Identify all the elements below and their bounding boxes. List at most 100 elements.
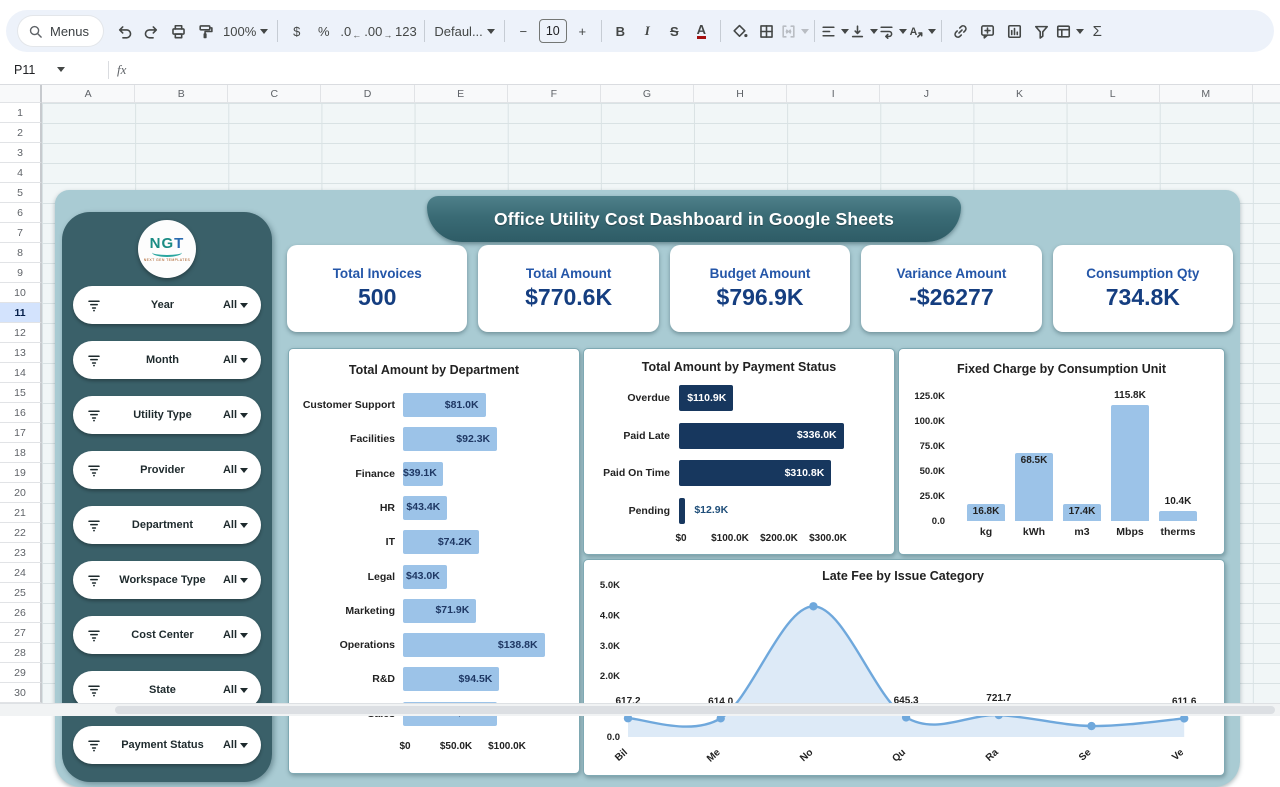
fx-icon[interactable]: fx bbox=[117, 62, 126, 78]
format-percent-button[interactable]: % bbox=[310, 17, 337, 45]
chart-late-fee-by-issue-category[interactable]: Late Fee by Issue Category 0.01.0K2.0K3.… bbox=[583, 559, 1225, 776]
slicer-value-dropdown[interactable]: All bbox=[223, 629, 248, 641]
slicer-value-dropdown[interactable]: All bbox=[223, 739, 248, 751]
slicer-workspace-type[interactable]: Workspace TypeAll bbox=[73, 561, 261, 599]
row-header-3[interactable]: 3 bbox=[0, 143, 42, 163]
row-header-21[interactable]: 21 bbox=[0, 503, 42, 523]
row-header-4[interactable]: 4 bbox=[0, 163, 42, 183]
row-header-16[interactable]: 16 bbox=[0, 403, 42, 423]
slicer-value-dropdown[interactable]: All bbox=[223, 299, 248, 311]
row-header-23[interactable]: 23 bbox=[0, 543, 42, 563]
chart-total-amount-by-payment-status[interactable]: Total Amount by Payment StatusOverdue$11… bbox=[583, 348, 895, 555]
row-header-15[interactable]: 15 bbox=[0, 383, 42, 403]
format-currency-button[interactable]: $ bbox=[283, 17, 310, 45]
increase-font-size-button[interactable]: + bbox=[569, 17, 596, 45]
row-header-1[interactable]: 1 bbox=[0, 103, 42, 123]
column-header-I[interactable]: I bbox=[787, 85, 880, 102]
font-size-button[interactable]: 10 bbox=[537, 17, 569, 45]
column-header-G[interactable]: G bbox=[601, 85, 694, 102]
row-header-5[interactable]: 5 bbox=[0, 183, 42, 203]
row-header-28[interactable]: 28 bbox=[0, 643, 42, 663]
column-header-B[interactable]: B bbox=[135, 85, 228, 102]
slicer-value-dropdown[interactable]: All bbox=[223, 519, 248, 531]
increase-decimal-button[interactable]: .00→ bbox=[364, 17, 392, 45]
slicer-cost-center[interactable]: Cost CenterAll bbox=[73, 616, 261, 654]
row-header-26[interactable]: 26 bbox=[0, 603, 42, 623]
vertical-align-button[interactable] bbox=[849, 17, 878, 45]
row-header-22[interactable]: 22 bbox=[0, 523, 42, 543]
row-header-9[interactable]: 9 bbox=[0, 263, 42, 283]
slicer-value-dropdown[interactable]: All bbox=[223, 409, 248, 421]
row-header-27[interactable]: 27 bbox=[0, 623, 42, 643]
redo-button[interactable] bbox=[138, 17, 165, 45]
paint-format-button[interactable] bbox=[192, 17, 219, 45]
slicer-value-dropdown[interactable]: All bbox=[223, 574, 248, 586]
slicer-year[interactable]: YearAll bbox=[73, 286, 261, 324]
more-formats-button[interactable]: 123 bbox=[392, 17, 419, 45]
menus-button[interactable]: Menus bbox=[18, 16, 103, 46]
slicer-provider[interactable]: ProviderAll bbox=[73, 451, 261, 489]
row-header-19[interactable]: 19 bbox=[0, 463, 42, 483]
print-button[interactable] bbox=[165, 17, 192, 45]
column-header-D[interactable]: D bbox=[321, 85, 414, 102]
insert-chart-button[interactable] bbox=[1001, 17, 1028, 45]
row-header-13[interactable]: 13 bbox=[0, 343, 42, 363]
row-header-6[interactable]: 6 bbox=[0, 203, 42, 223]
strikethrough-button[interactable]: S bbox=[661, 17, 688, 45]
horizontal-scrollbar[interactable] bbox=[0, 703, 1280, 716]
row-header-29[interactable]: 29 bbox=[0, 663, 42, 683]
row-header-20[interactable]: 20 bbox=[0, 483, 42, 503]
row-header-2[interactable]: 2 bbox=[0, 123, 42, 143]
column-header-K[interactable]: K bbox=[973, 85, 1066, 102]
name-box[interactable]: P11 bbox=[0, 63, 100, 77]
column-header-E[interactable]: E bbox=[415, 85, 508, 102]
column-header-J[interactable]: J bbox=[880, 85, 973, 102]
decrease-font-size-button[interactable]: − bbox=[510, 17, 537, 45]
filter-views-button[interactable] bbox=[1055, 17, 1084, 45]
column-header-A[interactable]: A bbox=[42, 85, 135, 102]
borders-button[interactable] bbox=[753, 17, 780, 45]
slicer-utility-type[interactable]: Utility TypeAll bbox=[73, 396, 261, 434]
zoom-button[interactable]: 100% bbox=[219, 17, 272, 45]
column-header-C[interactable]: C bbox=[228, 85, 321, 102]
select-all-corner[interactable] bbox=[0, 85, 42, 103]
column-header-H[interactable]: H bbox=[694, 85, 787, 102]
row-header-30[interactable]: 30 bbox=[0, 683, 42, 703]
insert-link-button[interactable] bbox=[947, 17, 974, 45]
undo-button[interactable] bbox=[111, 17, 138, 45]
row-header-12[interactable]: 12 bbox=[0, 323, 42, 343]
create-filter-button[interactable] bbox=[1028, 17, 1055, 45]
chart-fixed-charge-by-consumption-unit[interactable]: Fixed Charge by Consumption Unit0.025.0K… bbox=[898, 348, 1225, 555]
column-header-M[interactable]: M bbox=[1160, 85, 1253, 102]
horizontal-scrollbar-thumb[interactable] bbox=[115, 706, 1275, 714]
row-header-8[interactable]: 8 bbox=[0, 243, 42, 263]
horizontal-align-button[interactable] bbox=[820, 17, 849, 45]
functions-button[interactable]: Σ bbox=[1084, 17, 1111, 45]
column-header-L[interactable]: L bbox=[1067, 85, 1160, 102]
row-header-7[interactable]: 7 bbox=[0, 223, 42, 243]
row-header-14[interactable]: 14 bbox=[0, 363, 42, 383]
decrease-decimal-button[interactable]: .0← bbox=[337, 17, 364, 45]
text-color-button[interactable]: A bbox=[688, 17, 715, 45]
slicer-department[interactable]: DepartmentAll bbox=[73, 506, 261, 544]
row-header-10[interactable]: 10 bbox=[0, 283, 42, 303]
font-button[interactable]: Defaul... bbox=[430, 17, 498, 45]
font-size-value[interactable]: 10 bbox=[539, 19, 567, 43]
italic-button[interactable]: I bbox=[634, 17, 661, 45]
row-header-24[interactable]: 24 bbox=[0, 563, 42, 583]
text-wrap-button[interactable] bbox=[878, 17, 907, 45]
slicer-month[interactable]: MonthAll bbox=[73, 341, 261, 379]
insert-comment-button[interactable] bbox=[974, 17, 1001, 45]
bold-button[interactable]: B bbox=[607, 17, 634, 45]
slicer-value-dropdown[interactable]: All bbox=[223, 464, 248, 476]
fill-color-button[interactable] bbox=[726, 17, 753, 45]
slicer-payment-status[interactable]: Payment StatusAll bbox=[73, 726, 261, 764]
slicer-value-dropdown[interactable]: All bbox=[223, 684, 248, 696]
row-header-11[interactable]: 11 bbox=[0, 303, 42, 323]
slicer-value-dropdown[interactable]: All bbox=[223, 354, 248, 366]
column-header-F[interactable]: F bbox=[508, 85, 601, 102]
text-rotation-button[interactable]: A bbox=[907, 17, 936, 45]
row-header-25[interactable]: 25 bbox=[0, 583, 42, 603]
row-header-18[interactable]: 18 bbox=[0, 443, 42, 463]
row-header-17[interactable]: 17 bbox=[0, 423, 42, 443]
